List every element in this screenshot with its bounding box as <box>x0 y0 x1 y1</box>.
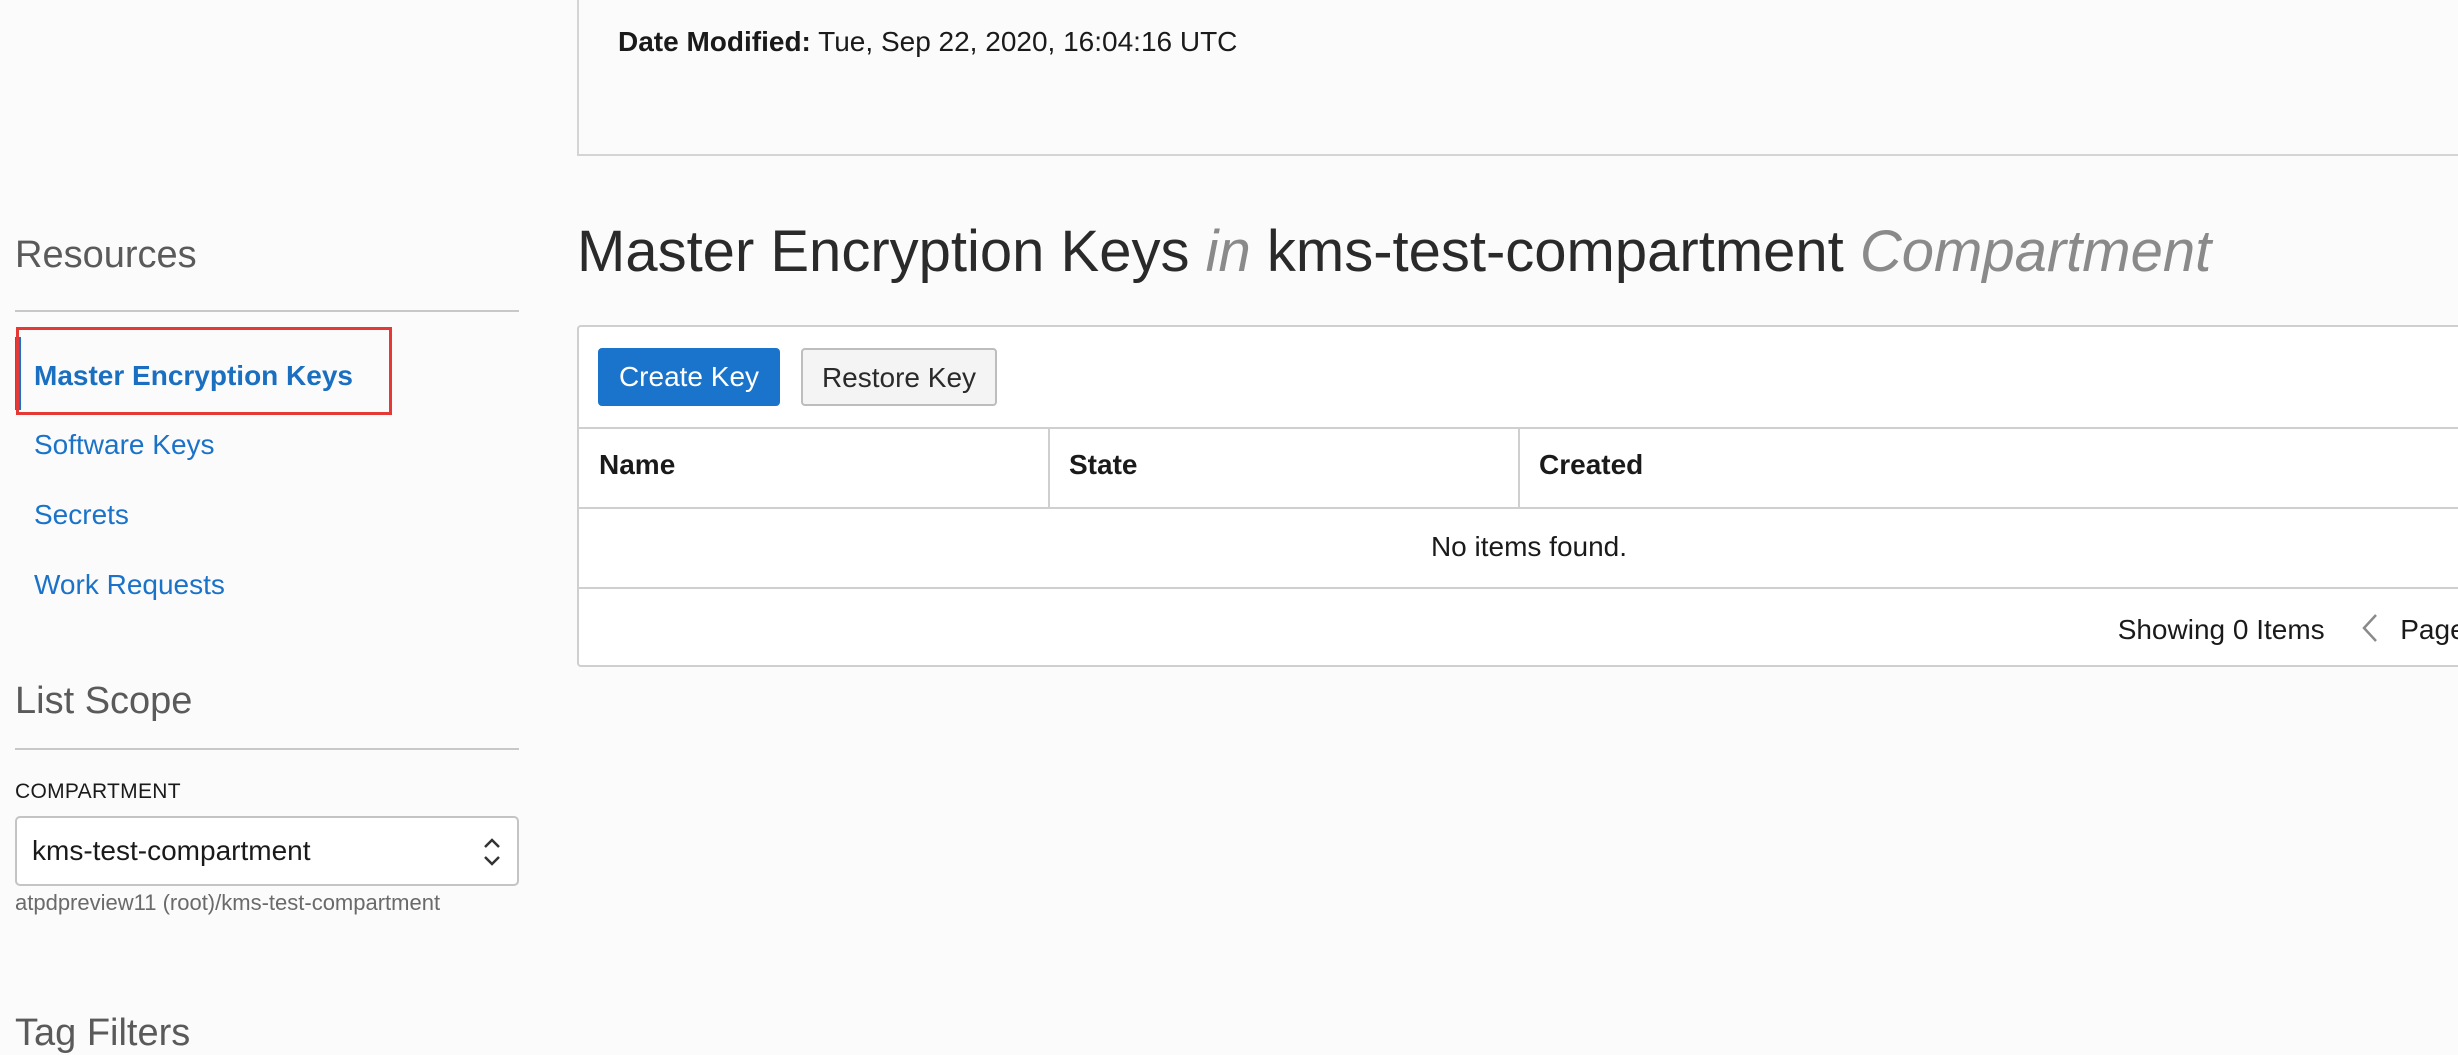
compartment-label: COMPARTMENT <box>15 780 181 803</box>
showing-count: Showing 0 Items <box>2117 614 2325 645</box>
keys-table: Create Key Restore Key Name State Create… <box>577 325 2458 667</box>
select-arrows-icon <box>484 838 500 866</box>
resources-heading: Resources <box>15 234 197 276</box>
empty-table-message: No items found. <box>1430 531 1628 562</box>
key-details-panel <box>577 0 2458 156</box>
resources-divider <box>15 310 519 312</box>
tag-filters-heading: Tag Filters <box>15 1012 191 1054</box>
date-modified-row: Date Modified: Tue, Sep 22, 2020, 16:04:… <box>618 26 1237 58</box>
sidebar-item-secrets[interactable]: Secrets <box>34 499 129 531</box>
column-divider <box>1048 427 1050 507</box>
previous-page-icon[interactable] <box>2358 611 2384 645</box>
page-title: Master Encryption Keys in kms-test-compa… <box>577 218 2211 285</box>
create-key-button[interactable]: Create Key <box>598 348 780 406</box>
compartment-select-value: kms-test-compartment <box>32 835 311 866</box>
column-header-created[interactable]: Created <box>1539 449 1643 481</box>
column-header-state[interactable]: State <box>1069 449 1137 481</box>
compartment-path: atpdpreview11 (root)/kms-test-compartmen… <box>15 890 441 915</box>
title-resource: Master Encryption Keys <box>577 219 1190 284</box>
highlight-annotation <box>16 327 392 415</box>
list-scope-divider <box>15 748 519 750</box>
column-divider <box>1518 427 1520 507</box>
restore-key-button[interactable]: Restore Key <box>801 348 997 406</box>
title-in: in <box>1205 219 1251 284</box>
date-modified-label: Date Modified: <box>618 26 811 57</box>
title-suffix: Compartment <box>1859 219 2212 284</box>
sidebar-item-software-keys[interactable]: Software Keys <box>34 429 215 461</box>
page-indicator: Page 1 <box>2400 614 2458 645</box>
pagination-footer: Showing 0 Items Page 1 <box>2118 611 2458 646</box>
compartment-select[interactable]: kms-test-compartment <box>15 816 519 886</box>
list-scope-heading: List Scope <box>15 680 193 722</box>
title-compartment: kms-test-compartment <box>1266 219 1844 284</box>
header-bottom-divider <box>579 507 2458 509</box>
date-modified-value: Tue, Sep 22, 2020, 16:04:16 UTC <box>818 26 1238 57</box>
column-header-name[interactable]: Name <box>599 449 675 481</box>
footer-divider <box>579 587 2458 589</box>
sidebar-item-work-requests[interactable]: Work Requests <box>34 569 225 601</box>
